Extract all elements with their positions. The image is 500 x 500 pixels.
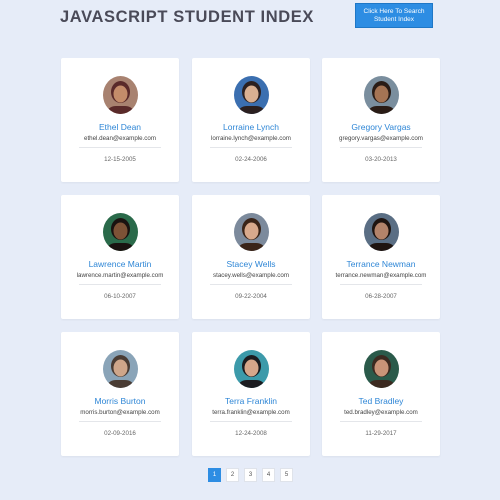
avatar: [364, 213, 399, 251]
page-button-4[interactable]: 4: [262, 468, 275, 482]
avatar: [234, 213, 269, 251]
student-join-date: 02-09-2016: [104, 430, 136, 437]
student-join-date: 02-24-2006: [235, 156, 267, 163]
page-title: JAVASCRIPT STUDENT INDEX: [60, 8, 314, 26]
avatar: [103, 213, 138, 251]
student-join-date: 06-10-2007: [104, 293, 136, 300]
divider: [210, 421, 292, 422]
student-join-date: 09-22-2004: [235, 293, 267, 300]
divider: [210, 147, 292, 148]
student-name: Terra Franklin: [225, 396, 277, 406]
student-join-date: 06-28-2007: [365, 293, 397, 300]
divider: [340, 147, 422, 148]
student-email: terrance.newman@example.com: [335, 272, 427, 279]
search-student-index-button[interactable]: Click Here To Search Student Index: [355, 3, 433, 28]
avatar: [234, 350, 269, 388]
page-button-2[interactable]: 2: [226, 468, 239, 482]
student-name: Morris Burton: [94, 396, 146, 406]
pagination: 12345: [208, 468, 293, 482]
avatar: [234, 76, 269, 114]
student-email: stacey.wells@example.com: [213, 272, 289, 279]
student-name: Terrance Newman: [346, 259, 416, 269]
student-card: Ethel Dean ethel.dean@example.com 12-15-20…: [61, 58, 179, 182]
student-name: Stacey Wells: [226, 259, 276, 269]
student-email: lawrence.martin@example.com: [76, 272, 164, 279]
student-email: ethel.dean@example.com: [84, 135, 156, 142]
student-card: Morris Burton morris.burton@example.com 02…: [61, 332, 179, 456]
divider: [210, 284, 292, 285]
student-name: Ethel Dean: [98, 122, 142, 132]
divider: [79, 147, 161, 148]
student-email: morris.burton@example.com: [80, 409, 160, 416]
divider: [79, 284, 161, 285]
student-card: Terrance Newman terrance.newman@example.c…: [322, 195, 440, 319]
student-name: Lorraine Lynch: [223, 122, 279, 132]
student-card: Gregory Vargas gregory.vargas@example.com…: [322, 58, 440, 182]
student-email: terra.franklin@example.com: [212, 409, 290, 416]
student-card: Ted Bradley ted.bradley@example.com 11-29-…: [322, 332, 440, 456]
student-card: Lorraine Lynch lorraine.lynch@example.com…: [192, 58, 310, 182]
student-join-date: 11-29-2017: [365, 430, 397, 437]
student-email: ted.bradley@example.com: [344, 409, 418, 416]
student-card: Stacey Wells stacey.wells@example.com 09-2…: [192, 195, 310, 319]
student-card: Lawrence Martin lawrence.martin@example.c…: [61, 195, 179, 319]
student-join-date: 03-20-2013: [365, 156, 397, 163]
student-card: Terra Franklin terra.franklin@example.com…: [192, 332, 310, 456]
avatar: [364, 76, 399, 114]
divider: [340, 284, 422, 285]
student-join-date: 12-15-2005: [104, 156, 136, 163]
student-email: lorraine.lynch@example.com: [211, 135, 291, 142]
student-name: Ted Bradley: [358, 396, 404, 406]
page-button-3[interactable]: 3: [244, 468, 257, 482]
student-name: Lawrence Martin: [88, 259, 152, 269]
page-button-1[interactable]: 1: [208, 468, 221, 482]
divider: [340, 421, 422, 422]
avatar: [364, 350, 399, 388]
avatar: [103, 76, 138, 114]
page-button-5[interactable]: 5: [280, 468, 293, 482]
student-email: gregory.vargas@example.com: [339, 135, 423, 142]
divider: [79, 421, 161, 422]
student-join-date: 12-24-2008: [235, 430, 267, 437]
student-name: Gregory Vargas: [351, 122, 411, 132]
avatar: [103, 350, 138, 388]
